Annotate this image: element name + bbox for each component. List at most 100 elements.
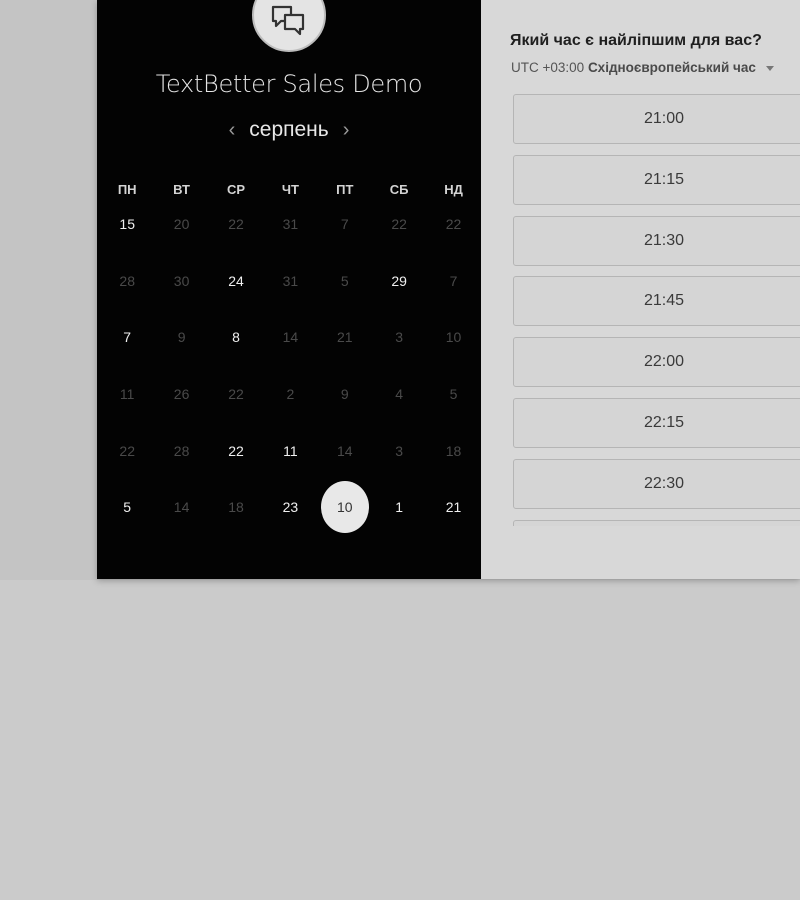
calendar-day-number: 14 <box>173 499 190 516</box>
time-slot-button[interactable]: 22:15 <box>513 397 800 448</box>
caret-down-icon <box>765 65 774 71</box>
month-label: серпень <box>249 118 329 141</box>
calendar-day: 5 <box>426 366 480 423</box>
calendar-day[interactable]: 8 <box>209 309 263 366</box>
calendar-day: 9 <box>154 309 208 366</box>
calendar-day[interactable]: 21 <box>426 479 480 536</box>
calendar-day[interactable]: 15 <box>100 196 154 253</box>
calendar-day-number: 31 <box>282 216 299 233</box>
calendar-day[interactable]: 29 <box>372 253 426 310</box>
calendar-day: 18 <box>209 479 263 536</box>
calendar-day-number: 14 <box>336 442 353 459</box>
prev-month-icon[interactable]: ‹ <box>219 119 246 142</box>
calendar-day-number: 5 <box>449 386 458 403</box>
time-slot-button[interactable] <box>513 519 800 526</box>
calendar-day: 28 <box>100 253 154 310</box>
timezone-name: Східноєвропейський час <box>587 60 756 75</box>
calendar-day-number: 18 <box>228 499 244 516</box>
calendar-day: 31 <box>263 196 317 253</box>
calendar-day: 5 <box>318 253 372 310</box>
calendar-day-number: 1 <box>395 499 404 516</box>
weekday-label: ПТ <box>336 182 354 197</box>
calendar-day-number: 22 <box>119 442 135 459</box>
calendar-day-number: 15 <box>119 216 135 233</box>
calendar-day-number: 31 <box>282 272 299 289</box>
calendar-day[interactable]: 11 <box>263 422 317 479</box>
calendar-week-row: 22 28 22 11 14 3 18 <box>100 422 481 479</box>
calendar-day-number: 7 <box>123 329 132 346</box>
time-slot-button[interactable]: 21:30 <box>513 215 800 266</box>
event-avatar <box>252 0 326 52</box>
weekday-label: СР <box>226 182 245 197</box>
time-slot-list: 21:00 21:15 21:30 21:45 22:00 22:15 22:30 <box>513 94 800 526</box>
calendar-day[interactable]: 7 <box>100 309 154 366</box>
calendar-day-number: 22 <box>228 386 244 403</box>
calendar-day: 14 <box>318 422 372 479</box>
time-slot-button[interactable]: 21:15 <box>513 154 800 205</box>
calendar-day: 9 <box>318 366 372 423</box>
chat-bubbles-icon <box>271 5 305 36</box>
weekday-label: ЧТ <box>281 182 299 197</box>
time-slot-button[interactable]: 22:00 <box>513 337 800 388</box>
calendar-day-number: 5 <box>123 499 132 516</box>
calendar-day[interactable]: 23 <box>263 479 317 536</box>
calendar-day-number: 23 <box>282 499 299 516</box>
month-navigation: ‹ серпень › <box>97 118 481 142</box>
calendar-week-row: 11 26 22 2 9 4 5 <box>100 366 481 423</box>
calendar-week-row: 15 20 22 31 7 22 22 <box>100 196 481 253</box>
calendar-day-number: 22 <box>445 216 462 233</box>
calendar-day[interactable]: 1 <box>372 479 426 536</box>
calendar-day-number: 26 <box>173 386 190 403</box>
calendar-day: 26 <box>154 366 208 423</box>
calendar-day-number: 5 <box>340 272 349 289</box>
calendar-day-number: 24 <box>228 272 244 289</box>
booking-modal: TextBetter Sales Demo ‹ серпень › ПН ВТ СР… <box>97 0 800 579</box>
calendar-day-number: 4 <box>395 386 404 403</box>
calendar-day: 22 <box>372 196 426 253</box>
calendar-day-number: 9 <box>340 386 349 403</box>
calendar-day: 18 <box>426 422 480 479</box>
calendar-day-number: 11 <box>283 442 298 459</box>
calendar-day[interactable]: 22 <box>209 422 263 479</box>
time-slot-button[interactable]: 21:00 <box>513 94 800 144</box>
calendar-grid: 15 20 22 31 7 22 22 28 30 24 31 5 29 7 7 9 8 14 21 3 10 11 26 2… <box>100 196 481 536</box>
calendar-day-number: 22 <box>391 216 407 233</box>
calendar-day: 3 <box>372 309 426 366</box>
calendar-day-number: 3 <box>395 442 404 459</box>
calendar-day: 22 <box>209 196 263 253</box>
calendar-week-row: 28 30 24 31 5 29 7 <box>100 253 481 310</box>
time-slot-button[interactable]: 21:45 <box>513 276 800 327</box>
calendar-day: 7 <box>318 196 372 253</box>
calendar-day-number: 14 <box>282 329 299 346</box>
calendar-day-number: 10 <box>445 329 462 346</box>
calendar-day-number: 30 <box>173 272 190 289</box>
calendar-day: 14 <box>154 479 208 536</box>
calendar-day-selected[interactable]: 10 <box>318 479 372 536</box>
calendar-day: 11 <box>100 366 154 423</box>
calendar-day: 22 <box>209 366 263 423</box>
timezone-selector[interactable]: UTC +03:00 Східноєвропейський час <box>511 60 774 75</box>
calendar-day: 20 <box>154 196 208 253</box>
event-title: TextBetter Sales Demo <box>155 70 423 98</box>
calendar-day: 22 <box>100 422 154 479</box>
calendar-day-number: 3 <box>395 329 404 346</box>
weekday-label: ВТ <box>173 182 190 197</box>
calendar-day-number: 28 <box>173 442 190 459</box>
calendar-day: 22 <box>426 196 480 253</box>
calendar-day: 4 <box>372 366 426 423</box>
calendar-day-number: 10 <box>320 481 369 534</box>
calendar-day-number: 7 <box>449 272 458 289</box>
calendar-week-row: 7 9 8 14 21 3 10 <box>100 309 481 366</box>
calendar-day-number: 11 <box>119 386 135 403</box>
calendar-day: 14 <box>263 309 317 366</box>
calendar-day: 2 <box>263 366 317 423</box>
calendar-day: 3 <box>372 422 426 479</box>
time-slot-button[interactable]: 22:30 <box>513 458 800 509</box>
calendar-day[interactable]: 24 <box>209 253 263 310</box>
calendar-day[interactable]: 5 <box>100 479 154 536</box>
calendar-day: 7 <box>426 253 480 310</box>
timezone-offset: UTC +03:00 <box>511 60 585 75</box>
calendar-day-number: 9 <box>177 329 186 346</box>
calendar-day-number: 22 <box>228 216 244 233</box>
next-month-icon[interactable]: › <box>333 119 360 142</box>
